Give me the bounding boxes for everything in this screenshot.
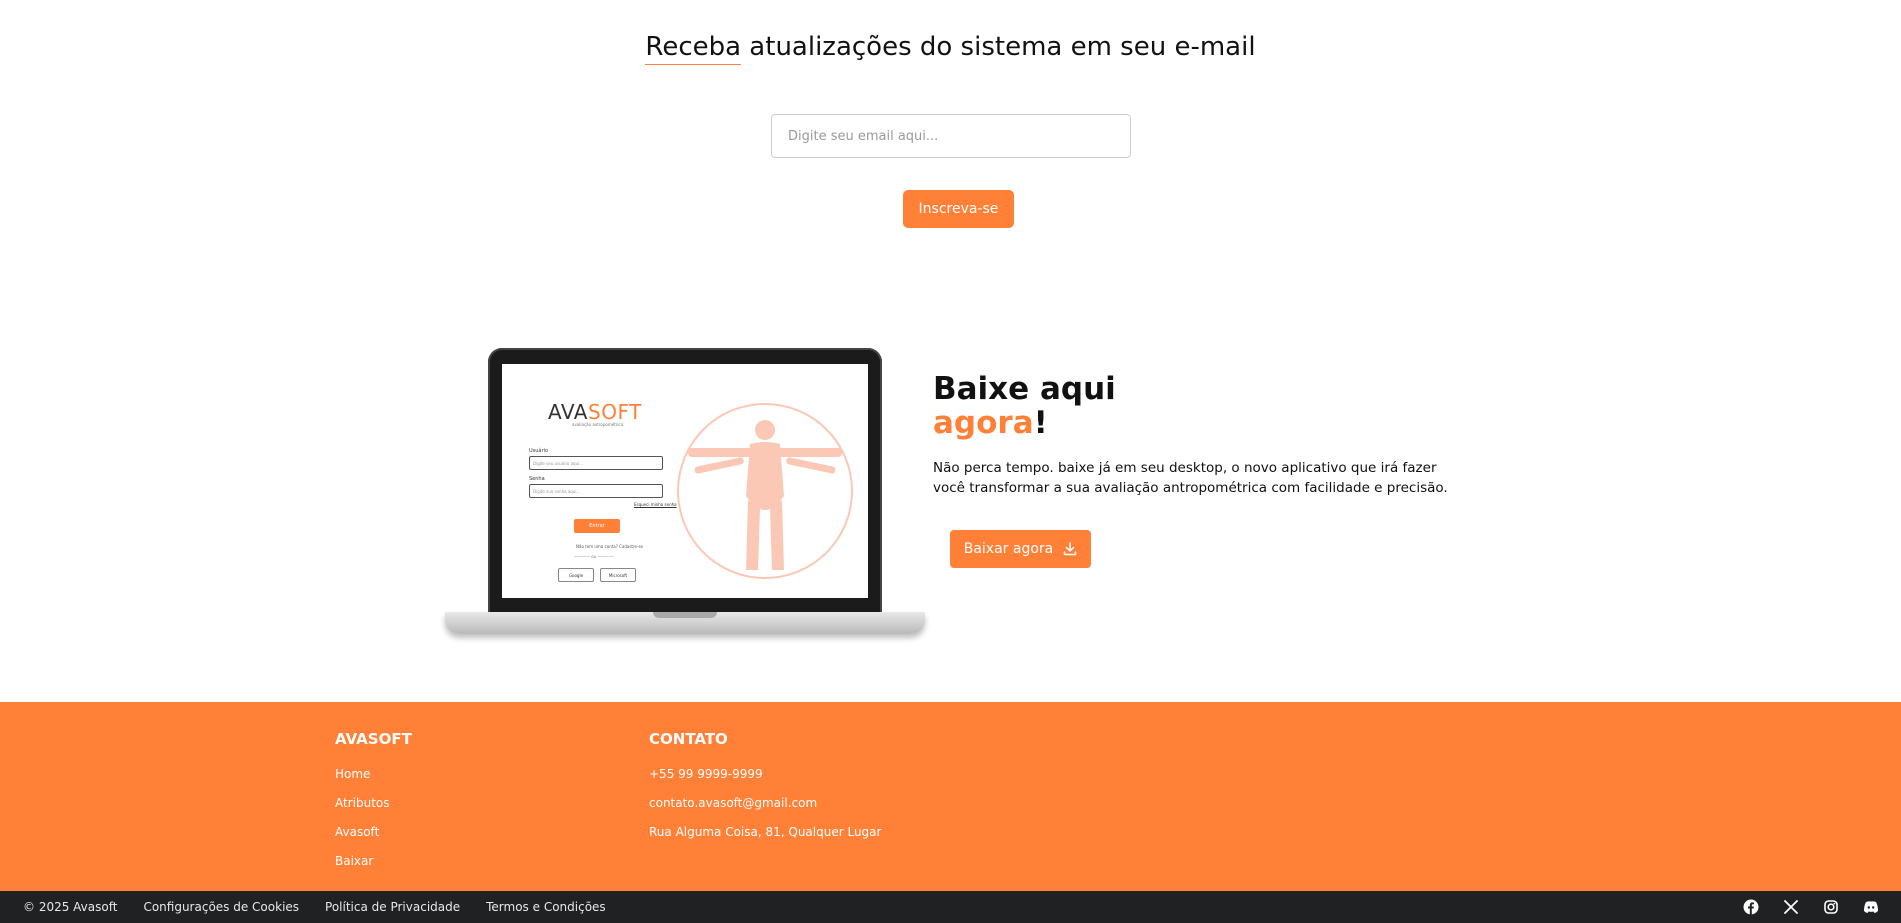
newsletter-title-highlight: Receba bbox=[645, 32, 742, 62]
screen-user-field: Digite seu usuário aqui... bbox=[529, 456, 663, 470]
footer: AVASOFT Home Atributos Avasoft Baixar CO… bbox=[0, 702, 1901, 891]
cookie-settings-link[interactable]: Configurações de Cookies bbox=[143, 900, 299, 914]
screen-or-label: ou bbox=[591, 554, 597, 559]
vitruvian-man-illustration bbox=[677, 403, 853, 579]
laptop-lid: AVASOFT avaliação antropométrica Usuário… bbox=[488, 348, 882, 614]
instagram-icon[interactable] bbox=[1823, 899, 1839, 915]
footer-col-contato: CONTATO +55 99 9999-9999 contato.avasoft… bbox=[649, 730, 881, 847]
bottom-links: © 2025 Avasoft Configurações de Cookies … bbox=[23, 891, 606, 923]
social-icons bbox=[1743, 891, 1879, 923]
laptop-screen: AVASOFT avaliação antropométrica Usuário… bbox=[502, 364, 868, 598]
footer-email: contato.avasoft@gmail.com bbox=[649, 796, 818, 810]
footer-link-atributos[interactable]: Atributos bbox=[335, 789, 412, 818]
screen-tagline: avaliação antropométrica bbox=[572, 422, 624, 427]
screen-logo-soft: SOFT bbox=[588, 400, 642, 424]
download-button-label: Baixar agora bbox=[963, 541, 1054, 557]
footer-col-title: AVASOFT bbox=[335, 730, 412, 748]
download-description: Não perca tempo. baixe já em seu desktop… bbox=[933, 460, 1448, 496]
screen-password-field: Digite sua senha aqui... bbox=[529, 484, 663, 498]
bottom-bar: © 2025 Avasoft Configurações de Cookies … bbox=[0, 891, 1901, 923]
download-heading: Baixe aqui agora! bbox=[933, 372, 1116, 440]
copyright: © 2025 Avasoft bbox=[23, 900, 118, 914]
screen-user-label: Usuário bbox=[529, 448, 549, 454]
footer-address: Rua Alguma Coisa, 81, Qualquer Lugar bbox=[649, 825, 882, 839]
screen-google-button: Google bbox=[558, 568, 594, 582]
download-heading-exclaim: ! bbox=[1033, 405, 1048, 441]
download-heading-accent: agora bbox=[933, 405, 1034, 441]
screen-password-label: Senha bbox=[529, 476, 545, 482]
discord-icon[interactable] bbox=[1863, 899, 1879, 915]
newsletter-title-rest: atualizações do sistema em seu e-mail bbox=[741, 32, 1256, 62]
download-heading-line1: Baixe aqui bbox=[933, 371, 1116, 407]
screen-forgot-link: Esqueci minha senha bbox=[634, 502, 677, 507]
screen-microsoft-button: Microsoft bbox=[600, 568, 636, 582]
download-icon bbox=[1064, 542, 1077, 556]
screen-logo: AVASOFT bbox=[548, 400, 642, 424]
x-twitter-icon[interactable] bbox=[1783, 899, 1799, 915]
footer-link-avasoft[interactable]: Avasoft bbox=[335, 818, 412, 847]
terms-link[interactable]: Termos e Condições bbox=[486, 900, 606, 914]
screen-or-divider: ———— ou ———— bbox=[574, 554, 614, 559]
screen-enter-button: Entrar bbox=[574, 519, 620, 533]
footer-col-avasoft: AVASOFT Home Atributos Avasoft Baixar bbox=[335, 730, 412, 876]
footer-phone: +55 99 9999-9999 bbox=[649, 767, 763, 781]
privacy-policy-link[interactable]: Política de Privacidade bbox=[325, 900, 460, 914]
laptop-illustration: AVASOFT avaliação antropométrica Usuário… bbox=[445, 348, 925, 644]
newsletter-title: Receba atualizações do sistema em seu e-… bbox=[0, 32, 1901, 62]
facebook-icon[interactable] bbox=[1743, 899, 1759, 915]
laptop-notch bbox=[653, 612, 717, 618]
subscribe-button[interactable]: Inscreva-se bbox=[903, 190, 1014, 228]
screen-logo-ava: AVA bbox=[548, 400, 588, 424]
screen-no-account: Não tem uma conta? Cadastre-se bbox=[576, 544, 644, 549]
email-input[interactable] bbox=[771, 114, 1131, 158]
footer-link-home[interactable]: Home bbox=[335, 760, 412, 789]
footer-col-title: CONTATO bbox=[649, 730, 728, 748]
footer-link-baixar[interactable]: Baixar bbox=[335, 847, 412, 876]
download-button[interactable]: Baixar agora bbox=[950, 530, 1091, 568]
